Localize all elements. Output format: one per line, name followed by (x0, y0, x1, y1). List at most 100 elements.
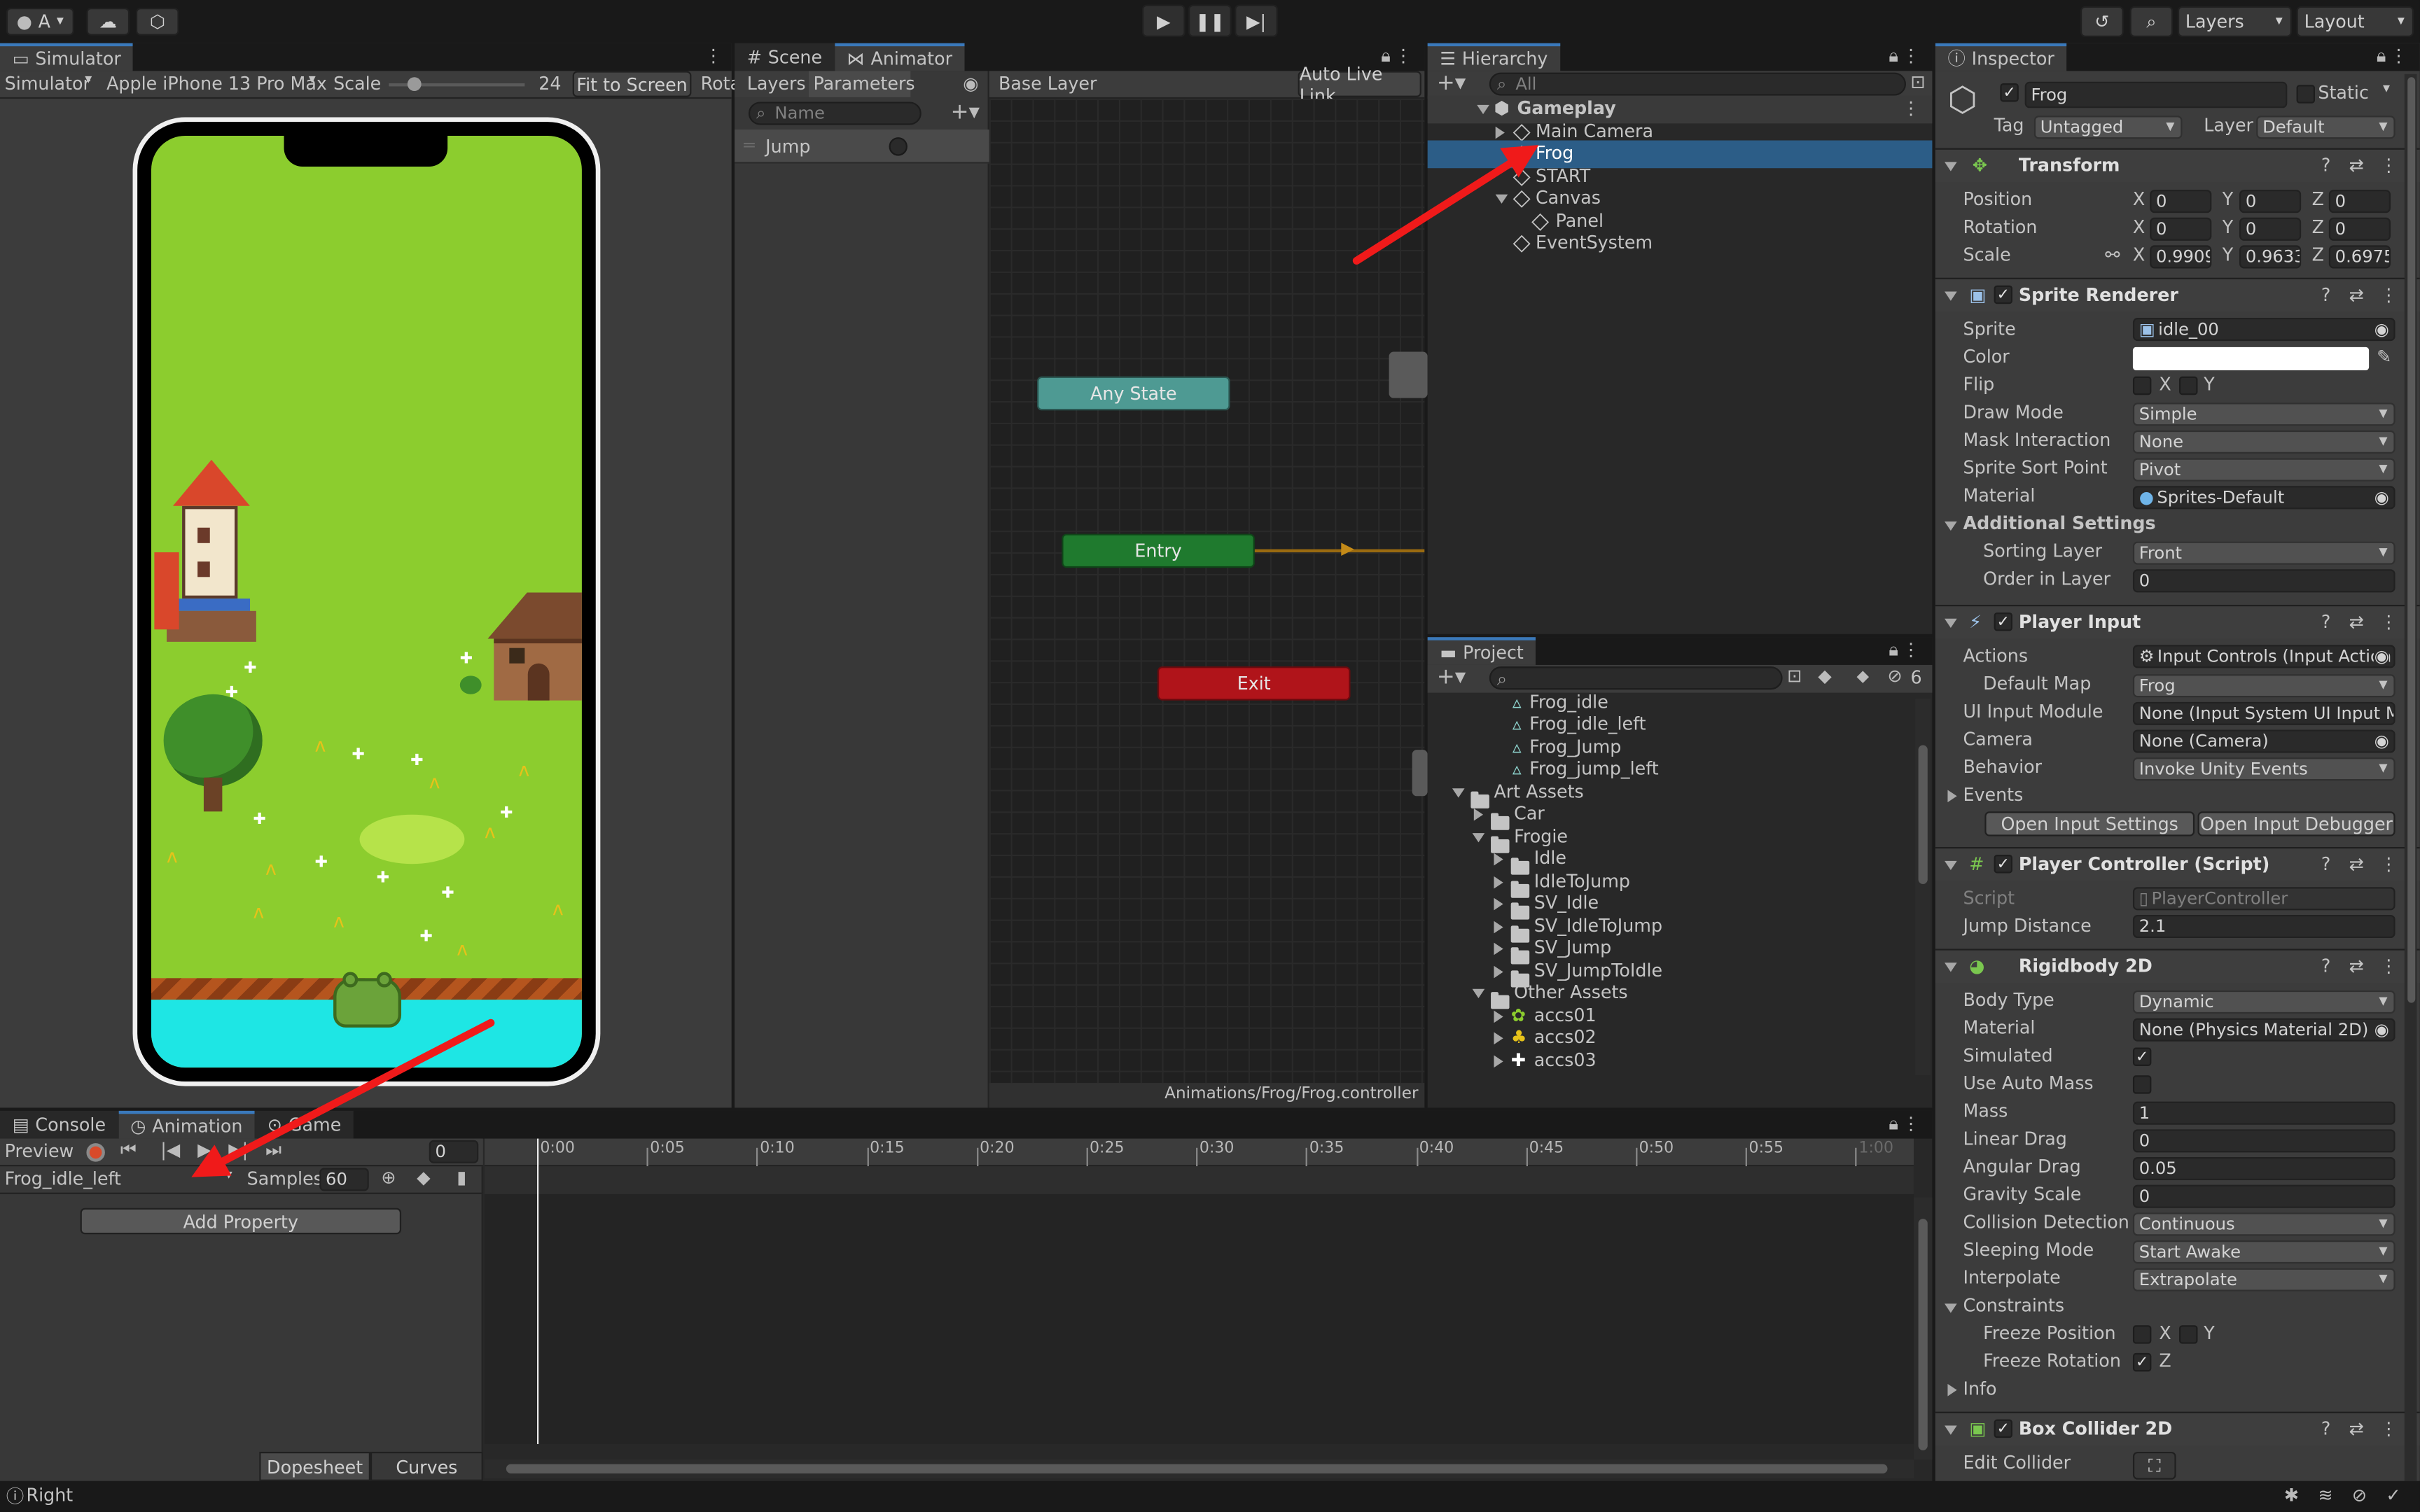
position-x-label[interactable]: X (2133, 188, 2145, 210)
more-menu-icon[interactable]: ⋮ (1902, 97, 1919, 119)
more-menu-icon[interactable]: ⋮ (2380, 154, 2398, 176)
state-entry[interactable]: Entry (1062, 533, 1255, 568)
sprite-field[interactable]: ▣ idle_00 ◉ (2132, 318, 2395, 342)
static-checkbox[interactable] (2296, 85, 2315, 104)
constraints-foldout[interactable]: Constraints (1963, 1294, 2064, 1316)
add-event-icon[interactable]: ◆ (417, 1166, 431, 1188)
status-message[interactable]: Right (26, 1484, 73, 1506)
collapse-arrow-icon[interactable] (1494, 920, 1503, 934)
more-menu-icon[interactable]: ⋮ (2390, 45, 2407, 66)
parameter-row-jump[interactable]: ═ Jump (735, 130, 989, 164)
additional-settings-foldout[interactable]: Additional Settings (1963, 512, 2155, 534)
use-auto-mass-checkbox[interactable] (2132, 1075, 2152, 1094)
check-status-icon[interactable]: ✓ (2386, 1484, 2400, 1506)
dopesheet-area[interactable] (485, 1138, 1914, 1444)
scale-z-label[interactable]: Z (2312, 244, 2324, 265)
account-button[interactable]: ● A ▾ (6, 8, 74, 36)
preset-icon[interactable]: ⇄ (2349, 154, 2363, 176)
inspector-scrollbar[interactable] (2404, 74, 2417, 1481)
project-search-input[interactable]: ⌕ (1489, 666, 1783, 690)
collapse-arrow-icon[interactable] (1494, 942, 1503, 955)
collapse-arrow-icon[interactable] (1494, 853, 1503, 866)
simulated-checkbox[interactable]: ✓ (2132, 1047, 2152, 1066)
rotation-z-field[interactable]: 0 (2328, 217, 2391, 241)
order-in-layer-field[interactable]: 0 (2132, 569, 2395, 593)
ui-input-module-field[interactable]: None (Input System UI Input M (2132, 701, 2395, 725)
sorting-layer-dropdown[interactable]: Front (2132, 541, 2395, 565)
collapse-arrow-icon[interactable] (1494, 1055, 1503, 1068)
progress-icon[interactable]: ≋ (2318, 1484, 2332, 1506)
rotation-z-label[interactable]: Z (2312, 216, 2324, 238)
hierarchy-search-input[interactable]: ⌕ All (1489, 72, 1906, 96)
position-y-label[interactable]: Y (2223, 188, 2233, 210)
expand-arrow-icon[interactable] (1945, 860, 1957, 871)
trigger-radio[interactable] (889, 137, 908, 156)
animator-graph[interactable]: Any State Entry ▶ Exit (989, 99, 1428, 1084)
object-picker-icon[interactable]: ◉ (2374, 487, 2389, 507)
expand-arrow-icon[interactable] (1945, 1303, 1957, 1313)
base-layer-breadcrumb[interactable]: Base Layer (999, 73, 1097, 94)
add-keyframe-icon[interactable]: ⊕ (381, 1166, 396, 1188)
flip-y-checkbox[interactable] (2179, 376, 2198, 396)
project-item[interactable]: ✚ accs03 (1428, 1048, 1915, 1076)
default-map-dropdown[interactable]: Frog (2132, 674, 2395, 698)
create-asset-button[interactable]: +▾ (1437, 665, 1466, 690)
timeline-vscrollbar[interactable] (1913, 1197, 1933, 1460)
object-picker-icon[interactable]: ◉ (2374, 319, 2389, 340)
layer-dropdown[interactable]: Default (2256, 115, 2395, 139)
component-enabled-checkbox[interactable]: ✓ (1994, 1419, 2013, 1438)
hidden-packages-icon[interactable]: ⊘ (1887, 665, 1902, 687)
player-input-header[interactable]: ⚡ ✓ Player Input ? ⇄ ⋮ (1935, 604, 2420, 639)
playhead[interactable] (536, 1138, 539, 1444)
collision-detection-dropdown[interactable]: Continuous (2132, 1212, 2395, 1236)
search-by-type-icon[interactable]: ⊡ (1787, 665, 1802, 687)
samples-field[interactable]: 60 (319, 1168, 369, 1191)
expand-arrow-icon[interactable] (1472, 988, 1485, 998)
layers-tab[interactable]: Layers (735, 71, 809, 97)
state-node-partial[interactable] (1389, 351, 1428, 398)
curves-tab[interactable]: Curves (370, 1451, 483, 1481)
fit-to-screen-button[interactable]: Fit to Screen (572, 71, 692, 97)
tab-simulator[interactable]: ▭ Simulator (0, 43, 134, 71)
component-enabled-checkbox[interactable]: ✓ (1994, 285, 2013, 304)
info-foldout[interactable]: Info (1963, 1378, 1996, 1399)
expand-arrow-icon[interactable] (1472, 833, 1485, 843)
more-menu-icon[interactable]: ⋮ (2380, 611, 2398, 633)
scale-z-field[interactable]: 0.6975 (2328, 245, 2391, 269)
more-menu-icon[interactable]: ⋮ (1902, 45, 1919, 66)
object-picker-icon[interactable]: ◉ (2374, 646, 2389, 667)
rotation-x-label[interactable]: X (2133, 216, 2145, 238)
collapse-arrow-icon[interactable] (1947, 1383, 1957, 1396)
rigidbody-header[interactable]: ◕ Rigidbody 2D ? ⇄ ⋮ (1935, 948, 2420, 983)
mass-field[interactable]: 1 (2132, 1101, 2395, 1125)
scale-y-field[interactable]: 0.9633 (2239, 245, 2302, 269)
chevron-down-icon[interactable]: ▾ (2383, 82, 2390, 97)
expand-arrow-icon[interactable] (1945, 1425, 1957, 1435)
parameter-search-input[interactable]: ⌕ Name (748, 102, 922, 125)
tab-inspector[interactable]: ⓘ Inspector (1935, 43, 2067, 71)
simulator-mode-dropdown[interactable]: Simulator (5, 73, 90, 94)
pause-button[interactable]: ❚❚ (1188, 4, 1232, 37)
position-x-field[interactable]: 0 (2150, 190, 2212, 214)
more-menu-icon[interactable]: ⋮ (1902, 638, 1919, 660)
position-z-label[interactable]: Z (2312, 188, 2324, 210)
open-input-settings-button[interactable]: Open Input Settings (1984, 811, 2195, 836)
rotation-y-field[interactable]: 0 (2239, 217, 2302, 241)
collab-button[interactable]: ⬡ (135, 8, 179, 36)
sort-point-dropdown[interactable]: Pivot (2132, 458, 2395, 482)
rotation-x-field[interactable]: 0 (2150, 217, 2212, 241)
prev-keyframe-icon[interactable]: |◀ (160, 1139, 180, 1161)
freeze-position-x-checkbox[interactable] (2132, 1325, 2152, 1344)
drag-handle-icon[interactable]: ═ (744, 134, 754, 156)
collapse-arrow-icon[interactable] (1494, 1010, 1503, 1023)
add-parameter-button[interactable]: +▾ (951, 100, 980, 125)
more-menu-icon[interactable]: ⋮ (2380, 955, 2398, 976)
state-node-partial[interactable] (1412, 750, 1428, 797)
help-icon[interactable]: ? (2321, 1418, 2330, 1439)
link-icon[interactable]: ⚯ (2105, 244, 2120, 265)
play-icon[interactable]: ▶ (197, 1139, 211, 1161)
clip-dropdown[interactable]: Frog_idle_left (5, 1168, 121, 1189)
collapse-arrow-icon[interactable] (1494, 1032, 1503, 1045)
expand-arrow-icon[interactable] (1452, 788, 1465, 798)
debug-icon[interactable]: ✱ (2284, 1484, 2299, 1506)
